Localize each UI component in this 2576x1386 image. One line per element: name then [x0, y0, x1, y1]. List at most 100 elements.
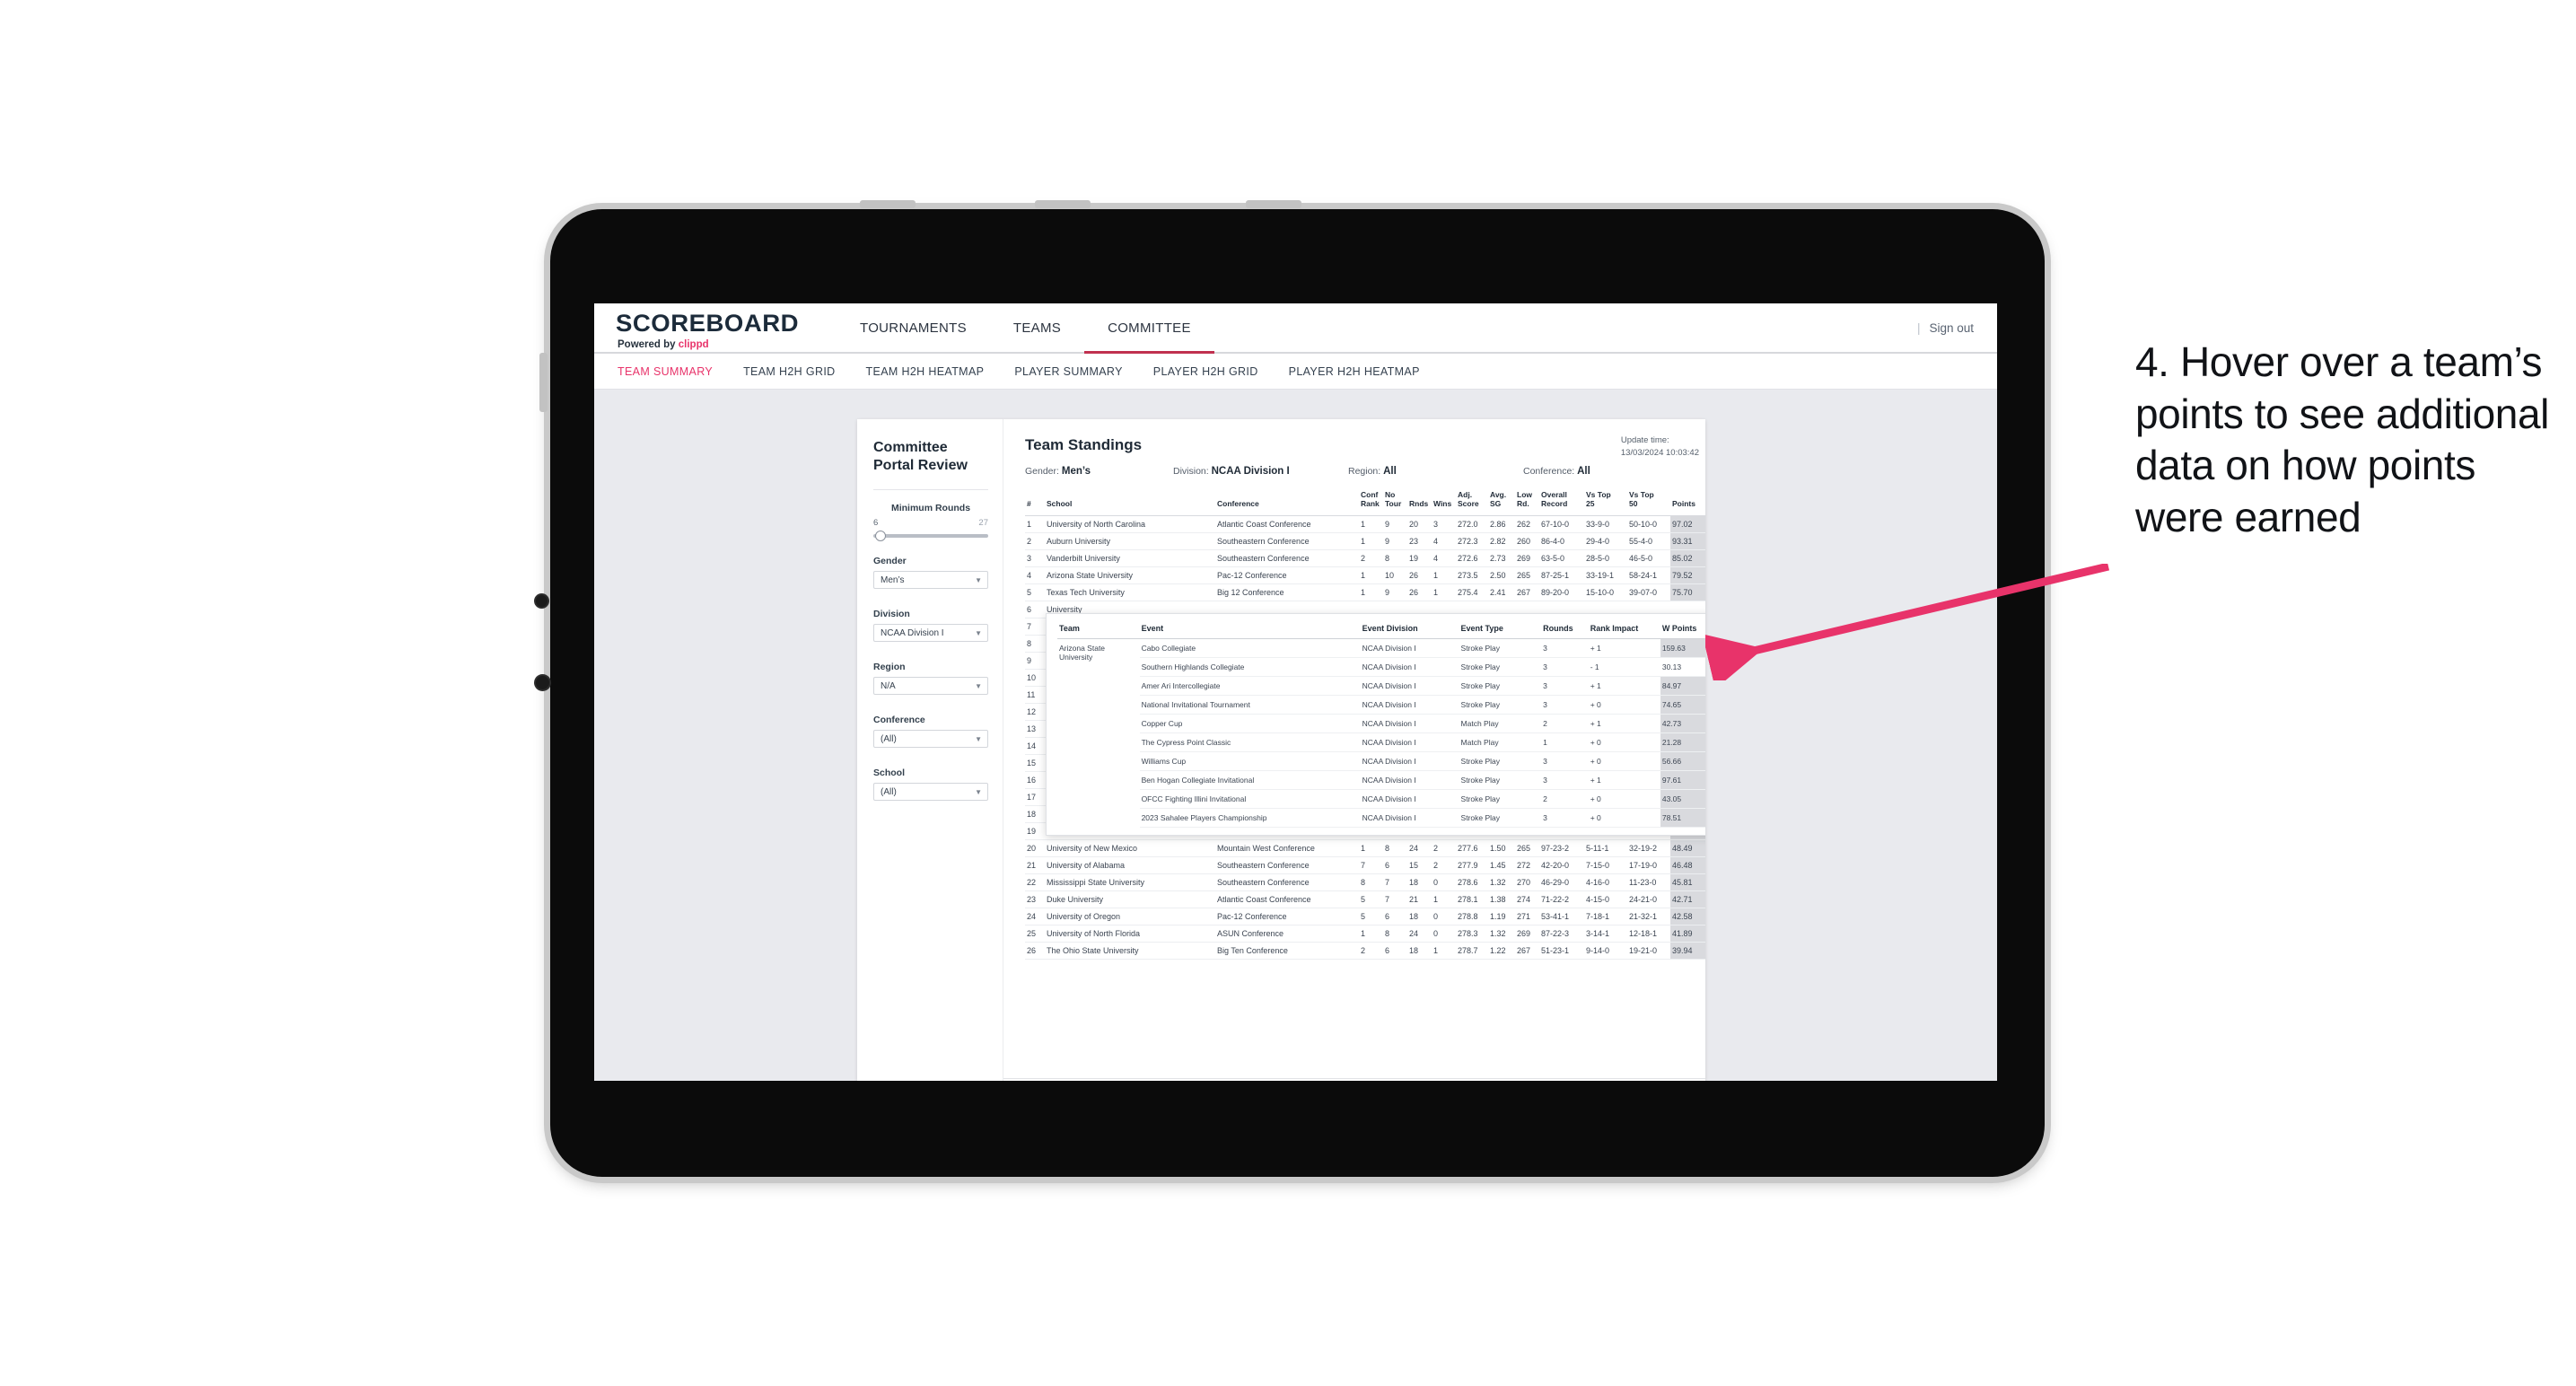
col-conf-rank[interactable]: Conf Rank [1359, 487, 1383, 516]
region-select[interactable]: N/A ▼ [873, 677, 988, 695]
row-points[interactable]: 48.49 [1670, 839, 1705, 857]
row-points[interactable]: 85.02 [1670, 549, 1705, 567]
minimum-rounds-filter[interactable]: Minimum Rounds 6 27 [873, 503, 988, 541]
nav-link-committee[interactable]: COMMITTEE [1084, 303, 1214, 354]
tab-player-h2h-heatmap[interactable]: PLAYER H2H HEATMAP [1289, 365, 1420, 378]
meta-conference: Conference: All [1523, 466, 1590, 477]
row-conf-rank: 1 [1359, 583, 1383, 601]
row-vs-top-50: 24-21-0 [1627, 890, 1670, 908]
meta-gender-label: Gender: [1025, 466, 1059, 477]
row-vs-top-50: 12-18-1 [1627, 925, 1670, 943]
row-vs-top-50: 46-5-0 [1627, 549, 1670, 567]
row-vs-top-25: 15-10-0 [1584, 583, 1627, 601]
row-points[interactable]: 79.52 [1670, 566, 1705, 584]
tab-team-summary[interactable]: TEAM SUMMARY [618, 365, 713, 378]
filter-panel: Committee Portal Review Minimum Rounds 6… [857, 419, 1003, 1081]
row-points[interactable]: 39.94 [1670, 942, 1705, 960]
row-rank: 17 [1025, 788, 1045, 806]
row-adj-score: 272.0 [1456, 515, 1488, 533]
tooltip-event-type: Stroke Play [1459, 751, 1542, 771]
table-row[interactable]: 26 The Ohio State University Big Ten Confe… [1025, 942, 1705, 960]
gender-select[interactable]: Men’s ▼ [873, 571, 988, 589]
gender-label: Gender [873, 556, 907, 566]
row-rank: 11 [1025, 686, 1045, 704]
minimum-rounds-slider-track[interactable] [873, 531, 988, 541]
row-points[interactable]: 42.71 [1670, 890, 1705, 908]
update-time-value: 13/03/2024 10:03:42 [1620, 447, 1699, 458]
row-adj-score: 278.3 [1456, 925, 1488, 943]
col-no-tour[interactable]: No Tour [1383, 487, 1407, 516]
col-vs-top-50[interactable]: Vs Top 50 [1627, 487, 1670, 516]
conference-select[interactable]: (All) ▼ [873, 730, 988, 748]
row-no-tour: 9 [1383, 583, 1407, 601]
row-wins: 2 [1432, 839, 1456, 857]
row-adj-score: 278.6 [1456, 873, 1488, 891]
row-points[interactable]: 97.02 [1670, 515, 1705, 533]
row-rounds: 15 [1407, 856, 1432, 874]
row-points[interactable]: 41.89 [1670, 925, 1705, 943]
table-row[interactable]: 21 University of Alabama Southeastern Conf… [1025, 856, 1705, 874]
row-rank: 5 [1025, 583, 1045, 601]
update-time: Update time: 13/03/2024 10:03:42 [1621, 434, 1699, 460]
table-row[interactable]: 5 Texas Tech University Big 12 Conference 1… [1025, 583, 1705, 601]
row-points[interactable]: 45.81 [1670, 873, 1705, 891]
row-points[interactable]: 42.58 [1670, 908, 1705, 925]
tooltip-w-points: 97.61 [1660, 770, 1705, 790]
row-rank: 25 [1025, 925, 1045, 943]
tab-team-h2h-heatmap[interactable]: TEAM H2H HEATMAP [866, 365, 985, 378]
col-conference[interactable]: Conference [1215, 487, 1359, 516]
col-low-round[interactable]: Low Rd. [1515, 487, 1539, 516]
tooltip-rank-impact: + 1 [1588, 714, 1660, 733]
table-row[interactable]: 22 Mississippi State University Southeaste… [1025, 873, 1705, 891]
col-adj-score[interactable]: Adj. Score [1456, 487, 1488, 516]
minimum-rounds-slider-thumb[interactable] [875, 531, 886, 541]
table-row[interactable]: 4 Arizona State University Pac-12 Conferen… [1025, 566, 1705, 584]
table-row[interactable]: 25 University of North Florida ASUN Confer… [1025, 925, 1705, 943]
tab-player-h2h-grid[interactable]: PLAYER H2H GRID [1153, 365, 1258, 378]
col-school[interactable]: School [1045, 487, 1215, 516]
row-school: University of North Florida [1045, 925, 1215, 943]
row-points[interactable]: 75.70 [1670, 583, 1705, 601]
col-overall-record[interactable]: Overall Record [1539, 487, 1584, 516]
sign-out-link[interactable]: Sign out [1929, 321, 1974, 335]
nav-link-tournaments[interactable]: TOURNAMENTS [837, 303, 990, 352]
school-select[interactable]: (All) ▼ [873, 783, 988, 801]
meta-region: Region: All [1348, 466, 1523, 477]
tab-player-summary[interactable]: PLAYER SUMMARY [1014, 365, 1122, 378]
row-adj-score: 277.6 [1456, 839, 1488, 857]
row-points[interactable]: 93.31 [1670, 532, 1705, 550]
meta-conference-value: All [1577, 466, 1590, 477]
table-row[interactable]: 24 University of Oregon Pac-12 Conference 5… [1025, 908, 1705, 925]
col-rounds[interactable]: Rnds [1407, 487, 1432, 516]
brand-logo[interactable]: SCOREBOARD Powered by clippd [594, 303, 817, 352]
tooltip-rounds: 3 [1541, 695, 1589, 715]
row-avg-sg: 2.82 [1488, 532, 1515, 550]
tooltip-row: Southern Highlands Collegiate NCAA Divisi… [1057, 657, 1705, 677]
table-row[interactable]: 2 Auburn University Southeastern Conferenc… [1025, 532, 1705, 550]
row-adj-score: 278.7 [1456, 942, 1488, 960]
tooltip-event-type: Stroke Play [1459, 808, 1542, 828]
table-row[interactable]: 20 University of New Mexico Mountain West … [1025, 839, 1705, 857]
col-points[interactable]: Points [1670, 487, 1705, 516]
table-row[interactable]: 1 University of North Carolina Atlantic Co… [1025, 515, 1705, 533]
tooltip-w-points: 30.13 [1660, 657, 1705, 677]
table-row[interactable]: 23 Duke University Atlantic Coast Conferen… [1025, 890, 1705, 908]
col-avg-sg[interactable]: Avg. SG [1488, 487, 1515, 516]
nav-link-teams[interactable]: TEAMS [990, 303, 1084, 352]
row-low-round: 270 [1515, 873, 1539, 891]
dashboard-canvas: Committee Portal Review Minimum Rounds 6… [594, 390, 1997, 1081]
table-row[interactable]: 3 Vanderbilt University Southeastern Confe… [1025, 549, 1705, 567]
division-select[interactable]: NCAA Division I ▼ [873, 624, 988, 642]
tooltip-event-division: NCAA Division I [1360, 638, 1459, 658]
screenshot-root: SCOREBOARD Powered by clippd TOURNAMENTS… [0, 0, 2576, 1386]
row-no-tour: 8 [1383, 549, 1407, 567]
col-vs-top-25[interactable]: Vs Top 25 [1584, 487, 1627, 516]
tooltip-rank-impact: + 0 [1588, 695, 1660, 715]
tooltip-team: Arizona State University [1059, 644, 1106, 662]
col-wins[interactable]: Wins [1432, 487, 1456, 516]
device-sensor [536, 676, 549, 689]
col-rank[interactable]: # [1025, 487, 1045, 516]
row-points[interactable]: 46.48 [1670, 856, 1705, 874]
tab-team-h2h-grid[interactable]: TEAM H2H GRID [743, 365, 835, 378]
row-vs-top-25: 7-18-1 [1584, 908, 1627, 925]
